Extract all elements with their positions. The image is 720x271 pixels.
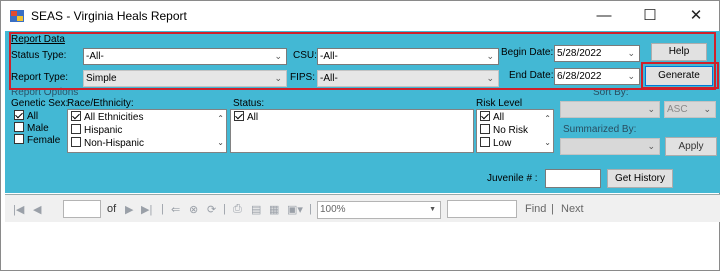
title-bar: SEAS - Virginia Heals Report — ☐ ✕ <box>1 1 719 31</box>
zoom-select[interactable]: 100% ▼ <box>317 201 441 219</box>
app-icon <box>10 10 24 22</box>
generate-button-highlight <box>641 62 719 89</box>
status-label: Status: <box>233 98 265 109</box>
report-data-highlight <box>9 32 716 90</box>
refresh-icon[interactable]: ⟳ <box>207 203 216 216</box>
risk-low[interactable]: Low <box>480 137 511 149</box>
toolbar-separator: | <box>223 203 226 215</box>
status-all[interactable]: All <box>234 111 258 123</box>
status-list[interactable]: All <box>230 109 474 153</box>
summarized-by-label: Summarized By: <box>563 124 637 135</box>
print-icon[interactable]: ⎙ <box>233 203 242 216</box>
race-ethnicity-list[interactable]: All Ethnicities Hispanic Non-Hispanic ⌃ … <box>67 109 227 153</box>
page-number-input[interactable] <box>63 200 101 218</box>
first-page-icon[interactable]: |◀ <box>13 203 24 216</box>
genetic-sex-female[interactable]: Female <box>14 134 60 146</box>
checkbox[interactable] <box>480 124 490 134</box>
genetic-sex-all[interactable]: All <box>14 110 38 122</box>
back-icon[interactable]: ⇐ <box>171 203 180 216</box>
checkbox[interactable] <box>480 137 490 147</box>
race-all-ethnicities[interactable]: All Ethnicities <box>71 111 143 123</box>
minimize-button[interactable]: — <box>581 1 627 31</box>
report-window: SEAS - Virginia Heals Report — ☐ ✕ Repor… <box>0 0 720 271</box>
stop-icon[interactable]: ⊗ <box>189 203 198 216</box>
checkbox[interactable] <box>71 111 81 121</box>
checkbox[interactable] <box>71 124 81 134</box>
get-history-button[interactable]: Get History <box>607 169 673 188</box>
next-link[interactable]: Next <box>561 203 584 215</box>
maximize-button[interactable]: ☐ <box>627 1 673 31</box>
report-viewer-toolbar: |◀ ◀ of ▶ ▶| | ⇐ ⊗ ⟳ | ⎙ ▤ ▦ ▣▾ | 100% ▼… <box>5 194 720 222</box>
risk-no-risk[interactable]: No Risk <box>480 124 528 136</box>
checkbox[interactable] <box>71 137 81 147</box>
checkbox[interactable] <box>14 122 24 132</box>
risk-level-list[interactable]: All No Risk Low ⌃ ⌄ <box>476 109 554 153</box>
page-setup-icon[interactable]: ▦ <box>269 203 279 216</box>
chevron-down-icon: ⌄ <box>647 141 655 151</box>
sort-order-value: ASC <box>667 104 688 115</box>
sort-by-select[interactable]: ⌄ <box>560 101 660 118</box>
find-link[interactable]: Find <box>525 203 546 215</box>
checkbox[interactable] <box>234 111 244 121</box>
page-of-label: of <box>107 203 117 215</box>
chevron-down-icon[interactable]: ⌄ <box>544 138 551 147</box>
toolbar-separator: | <box>309 203 312 215</box>
previous-page-icon[interactable]: ◀ <box>33 203 41 216</box>
last-page-icon[interactable]: ▶| <box>141 203 152 216</box>
print-layout-icon[interactable]: ▤ <box>251 203 261 216</box>
find-input[interactable] <box>447 200 517 218</box>
chevron-down-icon: ▼ <box>429 206 436 213</box>
race-ethnicity-label: Race/Ethnicity: <box>67 98 134 109</box>
chevron-down-icon[interactable]: ⌄ <box>217 138 224 147</box>
chevron-up-icon[interactable]: ⌃ <box>544 114 551 123</box>
close-button[interactable]: ✕ <box>673 1 719 31</box>
risk-level-label: Risk Level <box>476 98 523 109</box>
apply-button[interactable]: Apply <box>665 137 717 156</box>
genetic-sex-label: Genetic Sex: <box>11 98 69 109</box>
export-icon[interactable]: ▣▾ <box>287 203 303 216</box>
risk-all[interactable]: All <box>480 111 504 123</box>
chevron-up-icon[interactable]: ⌃ <box>217 114 224 123</box>
window-title: SEAS - Virginia Heals Report <box>31 9 187 23</box>
chevron-down-icon: ⌄ <box>647 104 655 114</box>
chevron-down-icon: ⌄ <box>703 104 711 114</box>
genetic-sex-male[interactable]: Male <box>14 122 49 134</box>
toolbar-separator: | <box>161 203 164 215</box>
checkbox[interactable] <box>14 134 24 144</box>
race-hispanic[interactable]: Hispanic <box>71 124 122 136</box>
race-non-hispanic[interactable]: Non-Hispanic <box>71 137 144 149</box>
find-next-separator: | <box>551 203 554 215</box>
checkbox[interactable] <box>480 111 490 121</box>
next-page-icon[interactable]: ▶ <box>125 203 133 216</box>
checkbox[interactable] <box>14 110 24 120</box>
juvenile-number-input[interactable] <box>545 169 601 188</box>
zoom-value: 100% <box>320 204 346 215</box>
sort-order-select[interactable]: ASC ⌄ <box>664 101 716 118</box>
summarized-by-select[interactable]: ⌄ <box>560 138 660 155</box>
juvenile-number-label: Juvenile # : <box>487 173 538 184</box>
